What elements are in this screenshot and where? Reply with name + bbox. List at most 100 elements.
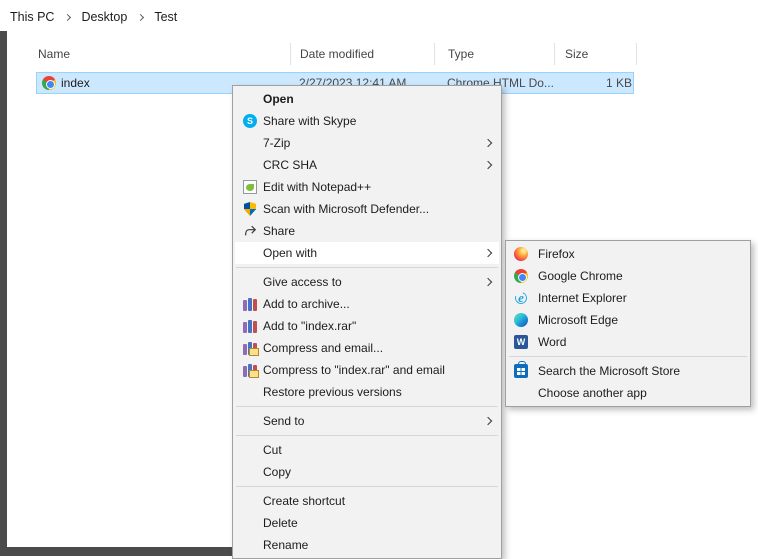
menu-item-label: Compress and email... — [263, 341, 491, 355]
submenu-item-search-microsoft-store[interactable]: Search the Microsoft Store — [508, 360, 748, 382]
word-icon — [514, 335, 528, 349]
icon-slot — [237, 202, 263, 216]
menu-item-share[interactable]: Share — [235, 220, 499, 242]
icon-slot — [512, 364, 530, 378]
menu-item-cut[interactable]: Cut — [235, 439, 499, 461]
icon-slot — [237, 114, 263, 128]
menu-item-label: Copy — [263, 465, 491, 479]
menu-item-label: Add to "index.rar" — [263, 319, 491, 333]
column-divider — [554, 43, 555, 65]
submenu-item-word[interactable]: Word — [508, 331, 748, 353]
context-menu: Open Share with Skype 7-Zip CRC SHA Edit… — [232, 85, 502, 559]
column-header-name[interactable]: Name — [38, 42, 70, 66]
skype-icon — [243, 114, 257, 128]
chrome-icon — [42, 76, 56, 90]
menu-item-delete[interactable]: Delete — [235, 512, 499, 534]
menu-item-7zip[interactable]: 7-Zip — [235, 132, 499, 154]
chevron-right-icon — [484, 249, 492, 257]
submenu-item-label: Search the Microsoft Store — [538, 364, 740, 378]
chevron-right-icon — [484, 161, 492, 169]
menu-item-compress-and-email[interactable]: Compress and email... — [235, 337, 499, 359]
file-name: index — [61, 73, 90, 93]
menu-item-label: Share — [263, 224, 491, 238]
icon-slot — [237, 180, 263, 194]
menu-item-label: CRC SHA — [263, 158, 477, 172]
column-header-size[interactable]: Size — [565, 42, 588, 66]
menu-item-share-with-skype[interactable]: Share with Skype — [235, 110, 499, 132]
menu-separator — [236, 267, 498, 268]
menu-item-label: Compress to "index.rar" and email — [263, 363, 491, 377]
menu-item-label: Create shortcut — [263, 494, 491, 508]
breadcrumb-item-test[interactable]: Test — [154, 10, 177, 24]
submenu-item-label: Microsoft Edge — [538, 313, 740, 327]
menu-item-label: Open — [263, 92, 491, 106]
menu-item-label: Rename — [263, 538, 491, 552]
chevron-right-icon — [484, 278, 492, 286]
menu-item-open-with[interactable]: Open with — [235, 242, 499, 264]
microsoft-store-icon — [514, 364, 528, 378]
icon-slot — [512, 313, 530, 327]
submenu-item-firefox[interactable]: Firefox — [508, 243, 748, 265]
icon-slot — [237, 363, 263, 377]
menu-item-give-access-to[interactable]: Give access to — [235, 271, 499, 293]
open-with-submenu: Firefox Google Chrome Internet Explorer … — [505, 240, 751, 407]
menu-item-add-to-archive[interactable]: Add to archive... — [235, 293, 499, 315]
submenu-item-choose-another-app[interactable]: Choose another app — [508, 382, 748, 404]
share-icon — [243, 224, 257, 238]
submenu-item-google-chrome[interactable]: Google Chrome — [508, 265, 748, 287]
submenu-item-internet-explorer[interactable]: Internet Explorer — [508, 287, 748, 309]
menu-separator — [509, 356, 747, 357]
chevron-right-icon — [137, 14, 144, 21]
chevron-right-icon — [484, 417, 492, 425]
menu-item-label: Send to — [263, 414, 477, 428]
icon-slot — [512, 335, 530, 349]
menu-item-label: Give access to — [263, 275, 477, 289]
winrar-icon — [243, 319, 257, 333]
dark-edge-bottom — [0, 547, 233, 556]
column-divider — [434, 43, 435, 65]
file-size: 1 KB — [542, 73, 632, 93]
chevron-right-icon — [484, 139, 492, 147]
dark-edge-left — [0, 31, 7, 556]
submenu-item-label: Google Chrome — [538, 269, 740, 283]
breadcrumb-item-desktop[interactable]: Desktop — [81, 10, 127, 24]
menu-item-label: Add to archive... — [263, 297, 491, 311]
column-header-date-modified[interactable]: Date modified — [300, 42, 374, 66]
menu-item-open[interactable]: Open — [235, 88, 499, 110]
winrar-icon — [243, 297, 257, 311]
menu-item-scan-with-defender[interactable]: Scan with Microsoft Defender... — [235, 198, 499, 220]
ie-icon — [514, 291, 528, 305]
menu-item-add-to-index-rar[interactable]: Add to "index.rar" — [235, 315, 499, 337]
menu-item-label: 7-Zip — [263, 136, 477, 150]
defender-shield-icon — [243, 202, 257, 216]
menu-item-rename[interactable]: Rename — [235, 534, 499, 556]
icon-slot — [237, 341, 263, 355]
menu-item-copy[interactable]: Copy — [235, 461, 499, 483]
menu-separator — [236, 486, 498, 487]
menu-item-restore-previous-versions[interactable]: Restore previous versions — [235, 381, 499, 403]
menu-item-compress-to-index-rar-and-email[interactable]: Compress to "index.rar" and email — [235, 359, 499, 381]
edge-icon — [514, 313, 528, 327]
icon-slot — [512, 269, 530, 283]
icon-slot — [512, 247, 530, 261]
chevron-right-icon — [64, 14, 71, 21]
menu-item-label: Restore previous versions — [263, 385, 491, 399]
notepadpp-icon — [243, 180, 257, 194]
icon-slot — [512, 291, 530, 305]
menu-item-send-to[interactable]: Send to — [235, 410, 499, 432]
menu-item-edit-with-notepadpp[interactable]: Edit with Notepad++ — [235, 176, 499, 198]
winrar-email-icon — [243, 363, 257, 377]
breadcrumb-item-this-pc[interactable]: This PC — [10, 10, 54, 24]
submenu-item-label: Internet Explorer — [538, 291, 740, 305]
column-header-type[interactable]: Type — [448, 42, 474, 66]
menu-separator — [236, 406, 498, 407]
winrar-email-icon — [243, 341, 257, 355]
submenu-item-microsoft-edge[interactable]: Microsoft Edge — [508, 309, 748, 331]
menu-item-crc-sha[interactable]: CRC SHA — [235, 154, 499, 176]
firefox-icon — [514, 247, 528, 261]
icon-slot — [237, 297, 263, 311]
menu-item-label: Scan with Microsoft Defender... — [263, 202, 491, 216]
menu-item-create-shortcut[interactable]: Create shortcut — [235, 490, 499, 512]
icon-slot — [42, 73, 56, 93]
icon-slot — [237, 319, 263, 333]
